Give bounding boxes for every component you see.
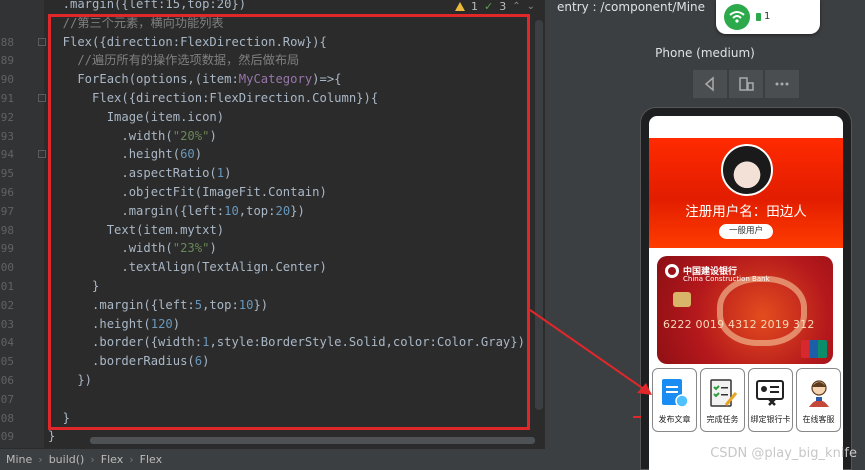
line-number-gutter: 88 89 90 91 92 93 94 95 96 97 98 99 00 01 02 03 04 05 06 07… xyxy=(0,0,46,450)
back-button[interactable] xyxy=(693,70,727,98)
feature-label: 完成任务 xyxy=(706,415,739,424)
line-number: 97 xyxy=(0,204,14,218)
fold-marker-icon[interactable] xyxy=(38,150,46,159)
unionpay-logo-icon xyxy=(801,340,827,358)
inspection-widget[interactable]: 1 ✓ 3 ⌃ ⌄ xyxy=(455,0,535,13)
publish-article-icon xyxy=(658,376,692,410)
more-dots-icon xyxy=(775,82,789,86)
line-number: 89 xyxy=(0,54,14,68)
wifi-icon xyxy=(724,4,750,30)
line-number: 88 xyxy=(0,35,14,49)
line-number: 08 xyxy=(0,411,14,425)
breadcrumb-item[interactable]: Flex xyxy=(95,453,129,466)
user-level-badge: 一般用户 xyxy=(719,224,773,239)
breadcrumb-item[interactable]: Flex xyxy=(134,453,168,466)
line-number: 91 xyxy=(0,92,14,105)
battery-icon xyxy=(756,13,761,21)
line-number: 06 xyxy=(0,374,14,387)
previewer-panel: entry : /component/Mine 1 Phone (medium) xyxy=(545,0,865,470)
feature-item[interactable]: 发布文章 xyxy=(652,368,697,432)
feature-item[interactable]: 绑定银行卡 xyxy=(748,368,793,432)
back-triangle-icon xyxy=(704,76,714,92)
bank-name-en: China Construction Bank xyxy=(683,275,770,283)
previewer-entry-title: entry : /component/Mine xyxy=(557,0,706,14)
feature-label: 发布文章 xyxy=(658,415,691,424)
online-service-icon xyxy=(802,376,836,410)
network-status-popup: 1 xyxy=(716,0,820,34)
line-number: 98 xyxy=(0,223,14,237)
line-number: 94 xyxy=(0,148,14,162)
horizontal-scrollbar[interactable] xyxy=(90,437,535,444)
line-number: 07 xyxy=(0,392,14,406)
feature-label: 在线客服 xyxy=(802,415,835,424)
feature-list: 发布文章 完成任务 绑定银行卡 在线客服 xyxy=(649,368,843,438)
previewer-toolbar xyxy=(693,70,799,98)
code-line[interactable]: .margin({left:15,top:20}) xyxy=(48,0,246,14)
avatar[interactable] xyxy=(721,144,773,196)
fold-marker-icon[interactable] xyxy=(38,94,46,102)
breadcrumb-item[interactable]: build() xyxy=(43,453,91,466)
bank-logo-icon xyxy=(665,264,679,278)
warning-icon xyxy=(455,1,465,11)
code-token: } xyxy=(48,429,56,444)
watermark: CSDN @play_big_knife xyxy=(710,446,857,461)
line-number: 01 xyxy=(0,280,14,293)
phone-frame: 注册用户名：田边人 一般用户 中国建设银行 China Construction… xyxy=(640,107,852,470)
chevron-up-icon[interactable]: ⌃ xyxy=(512,1,520,12)
red-highlight-box xyxy=(48,14,530,430)
line-number: 99 xyxy=(0,242,14,256)
vertical-scrollbar[interactable] xyxy=(535,20,543,410)
line-number: 05 xyxy=(0,355,14,369)
fold-marker-icon[interactable] xyxy=(38,37,46,46)
multi-device-icon xyxy=(739,77,754,91)
breadcrumb: Mine › build() › Flex › Flex xyxy=(0,448,545,470)
breadcrumb-item[interactable]: Mine xyxy=(0,453,38,466)
line-number: 95 xyxy=(0,167,14,181)
check-icon: ✓ xyxy=(484,0,494,13)
warning-count: 1 xyxy=(471,0,478,13)
line-number: 90 xyxy=(0,73,14,87)
feature-label: 绑定银行卡 xyxy=(750,415,791,424)
code-token: .margin({left:15,top:20}) xyxy=(48,0,247,11)
code-line[interactable]: } xyxy=(48,427,55,446)
dragon-artwork xyxy=(717,276,807,346)
card-chip-icon xyxy=(673,292,691,307)
device-label[interactable]: Phone (medium) xyxy=(545,46,865,60)
user-name: 注册用户名：田边人 xyxy=(685,204,807,220)
phone-screen[interactable]: 注册用户名：田边人 一般用户 中国建设银行 China Construction… xyxy=(649,116,843,470)
task-checklist-icon xyxy=(706,376,740,410)
ok-count: 3 xyxy=(499,0,507,13)
feature-item[interactable]: 完成任务 xyxy=(700,368,745,432)
line-number: 96 xyxy=(0,186,14,199)
status-count: 1 xyxy=(764,11,771,22)
chevron-down-icon[interactable]: ⌄ xyxy=(527,1,535,12)
line-number: 02 xyxy=(0,298,14,312)
line-number: 09 xyxy=(0,430,14,444)
line-number: 93 xyxy=(0,129,14,143)
line-number: 92 xyxy=(0,110,14,124)
code-editor[interactable]: 88 89 90 91 92 93 94 95 96 97 98 99 00 01 02 03 04 05 06 07… xyxy=(0,0,545,450)
bank-card[interactable]: 中国建设银行 China Construction Bank 6222 0019… xyxy=(657,256,833,364)
multi-device-button[interactable] xyxy=(729,70,763,98)
profile-header: 注册用户名：田边人 一般用户 xyxy=(649,138,843,248)
bind-bank-card-icon xyxy=(754,376,788,410)
more-button[interactable] xyxy=(765,70,799,98)
line-number: 00 xyxy=(0,261,14,275)
line-number: 03 xyxy=(0,317,14,331)
feature-item[interactable]: 在线客服 xyxy=(796,368,841,432)
line-number: 04 xyxy=(0,336,14,350)
card-number: 6222 0019 4312 2019 312 xyxy=(663,318,815,331)
